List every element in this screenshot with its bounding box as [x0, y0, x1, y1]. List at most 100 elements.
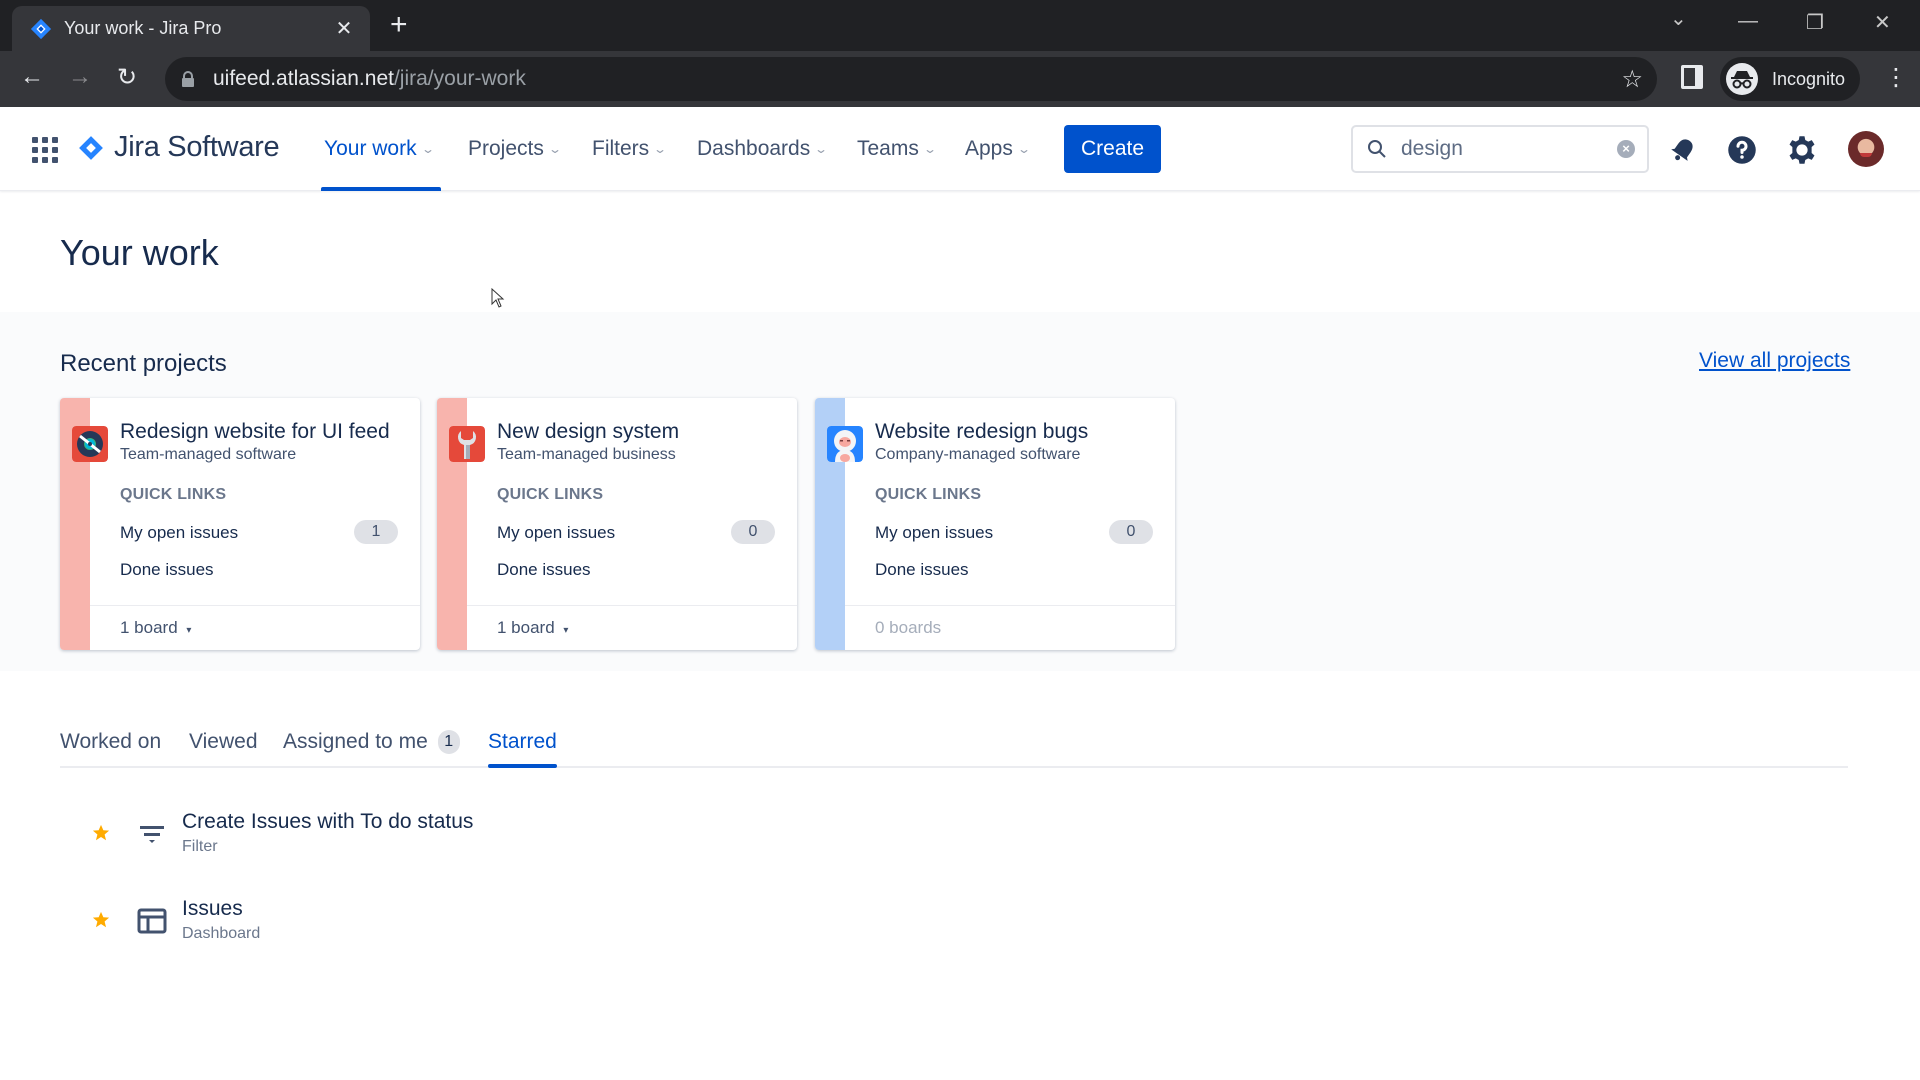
browser-menu-icon[interactable]: ⋮ — [1884, 63, 1908, 92]
bookmark-star-icon[interactable]: ☆ — [1621, 65, 1643, 94]
project-name[interactable]: New design system — [497, 420, 679, 444]
tab-viewed[interactable]: Viewed — [189, 730, 258, 768]
browser-tab-title: Your work - Jira Pro — [64, 18, 222, 38]
browser-toolbar: ← → ↻ uifeed.atlassian.net /jira/your-wo… — [0, 51, 1920, 107]
work-tabs: Worked on Viewed Assigned to me 1 Starre… — [60, 730, 1848, 770]
project-card[interactable]: Redesign website for UI feed Team-manage… — [60, 398, 420, 650]
starred-list-item[interactable]: Create Issues with To do status Filter — [92, 810, 692, 870]
tab-starred[interactable]: Starred — [488, 730, 557, 768]
project-type: Company-managed software — [875, 446, 1081, 463]
lock-icon — [182, 71, 194, 87]
star-filled-icon[interactable] — [92, 911, 110, 929]
tab-worked-on-label: Worked on — [60, 730, 162, 753]
url-path: /jira/your-work — [393, 67, 526, 90]
address-bar[interactable]: uifeed.atlassian.net /jira/your-work ☆ — [165, 57, 1657, 101]
project-name[interactable]: Website redesign bugs — [875, 420, 1088, 444]
window-close-button[interactable]: ✕ — [1874, 10, 1891, 35]
nav-your-work-label: Your work — [324, 137, 417, 160]
project-avatar-wrench-icon — [449, 426, 485, 462]
starred-item-type: Filter — [182, 838, 218, 855]
jira-top-nav: Jira Software Your work ⌄ Projects ⌄ Fil… — [0, 107, 1920, 191]
tab-search-icon[interactable]: ⌄ — [1670, 6, 1687, 31]
star-filled-icon[interactable] — [92, 824, 110, 842]
side-panel-icon[interactable] — [1681, 65, 1703, 89]
quick-links-label: QUICK LINKS — [875, 486, 982, 503]
nav-teams[interactable]: Teams ⌄ — [857, 133, 937, 165]
settings-gear-icon[interactable] — [1787, 135, 1817, 165]
card-divider — [467, 605, 797, 606]
nav-your-work[interactable]: Your work ⌄ — [324, 133, 435, 165]
starred-item-type: Dashboard — [182, 925, 261, 942]
done-issues-link[interactable]: Done issues — [875, 560, 969, 580]
project-name[interactable]: Redesign website for UI feed — [120, 420, 390, 444]
create-button[interactable]: Create — [1064, 125, 1161, 173]
tab-worked-on[interactable]: Worked on — [60, 730, 161, 768]
app-switcher-icon[interactable] — [32, 137, 58, 163]
tab-assigned-to-me-label: Assigned to me — [283, 730, 428, 753]
browser-tab[interactable]: Your work - Jira Pro ✕ — [12, 6, 370, 51]
chevron-down-icon: ⌄ — [922, 142, 937, 156]
mouse-cursor-icon — [491, 288, 505, 308]
nav-projects-label: Projects — [468, 137, 544, 160]
nav-dashboards-label: Dashboards — [697, 137, 811, 160]
starred-item-title[interactable]: Issues — [182, 897, 243, 921]
boards-dropdown[interactable]: 1 board ▾ — [497, 618, 568, 638]
restore-button[interactable]: ❐ — [1806, 10, 1824, 35]
quick-links-label: QUICK LINKS — [497, 486, 604, 503]
my-open-issues-link[interactable]: My open issues — [120, 523, 238, 543]
jira-logo-icon — [79, 135, 103, 160]
clear-search-icon[interactable]: × — [1617, 140, 1635, 158]
jira-logo[interactable]: Jira Software — [78, 131, 280, 164]
incognito-label: Incognito — [1772, 68, 1846, 89]
open-issues-count-badge: 1 — [354, 520, 398, 544]
starred-item-title[interactable]: Create Issues with To do status — [182, 810, 473, 834]
chevron-down-icon: ⌄ — [814, 142, 829, 156]
recent-projects-heading: Recent projects — [60, 350, 227, 377]
chevron-down-icon: ▾ — [186, 625, 192, 636]
nav-dashboards[interactable]: Dashboards ⌄ — [697, 133, 829, 165]
nav-filters[interactable]: Filters ⌄ — [592, 133, 668, 165]
nav-projects[interactable]: Projects ⌄ — [468, 133, 562, 165]
my-open-issues-link[interactable]: My open issues — [875, 523, 993, 543]
incognito-profile-button[interactable]: Incognito — [1720, 57, 1860, 101]
done-issues-link[interactable]: Done issues — [497, 560, 591, 580]
search-input[interactable] — [1401, 137, 1601, 161]
tab-starred-label: Starred — [488, 730, 557, 753]
nav-teams-label: Teams — [857, 137, 919, 160]
minimize-button[interactable]: — — [1738, 10, 1758, 33]
boards-label: 1 board — [120, 618, 178, 637]
user-avatar[interactable] — [1848, 131, 1884, 167]
view-all-projects-link[interactable]: View all projects — [1699, 349, 1850, 373]
chevron-down-icon: ⌄ — [653, 142, 668, 156]
open-issues-count-badge: 0 — [731, 520, 775, 544]
close-tab-icon[interactable]: ✕ — [332, 16, 356, 41]
notifications-bell-icon[interactable] — [1668, 135, 1698, 165]
incognito-icon — [1726, 63, 1758, 95]
forward-button[interactable]: → — [68, 63, 92, 91]
filter-icon — [140, 826, 164, 843]
boards-dropdown[interactable]: 1 board ▾ — [120, 618, 191, 638]
my-open-issues-link[interactable]: My open issues — [497, 523, 615, 543]
search-field[interactable]: × — [1351, 125, 1649, 173]
assigned-count-badge: 1 — [437, 730, 460, 754]
chevron-down-icon: ⌄ — [1016, 142, 1031, 156]
chevron-down-icon: ⌄ — [547, 142, 562, 156]
new-tab-button[interactable]: + — [390, 10, 408, 40]
project-card[interactable]: New design system Team-managed business … — [437, 398, 797, 650]
project-avatar-disc-icon — [72, 426, 108, 462]
help-icon[interactable] — [1727, 135, 1757, 165]
tab-assigned-to-me[interactable]: Assigned to me 1 — [283, 730, 460, 768]
back-button[interactable]: ← — [20, 63, 44, 91]
project-card[interactable]: Website redesign bugs Company-managed so… — [815, 398, 1175, 650]
product-name: Jira Software — [114, 131, 280, 163]
card-divider — [90, 605, 420, 606]
reload-button[interactable]: ↻ — [117, 63, 137, 92]
boards-label: 1 board — [497, 618, 555, 637]
boards-label: 0 boards — [875, 618, 942, 637]
nav-apps[interactable]: Apps ⌄ — [965, 133, 1031, 165]
dashboard-icon — [137, 908, 167, 934]
tab-active-indicator — [488, 764, 557, 768]
done-issues-link[interactable]: Done issues — [120, 560, 214, 580]
project-type: Team-managed business — [497, 446, 676, 463]
starred-list-item[interactable]: Issues Dashboard — [92, 897, 692, 957]
